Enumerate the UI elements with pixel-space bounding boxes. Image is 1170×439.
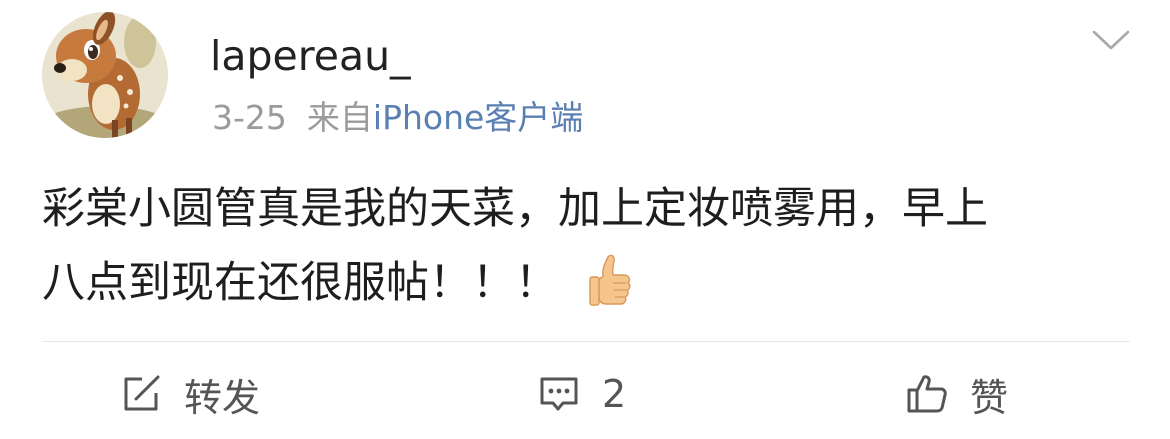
comment-icon: [540, 377, 578, 411]
chevron-down-icon[interactable]: [1090, 26, 1132, 54]
divider: [42, 341, 1130, 342]
post-text-line-1: 彩棠小圆管真是我的天菜，加上定妆喷雾用，早上: [42, 184, 988, 234]
comment-button[interactable]: 2: [538, 360, 626, 428]
repost-button[interactable]: 转发: [120, 360, 260, 428]
post-source-prefix: 来自: [306, 98, 373, 137]
comment-count: 2: [602, 372, 627, 416]
like-label: 赞: [970, 375, 1009, 420]
post-source-client[interactable]: iPhone客户端: [373, 98, 583, 137]
username[interactable]: lapereau_: [210, 28, 411, 84]
like-icon: [907, 375, 947, 413]
post-text-line-2: 八点到现在还很服帖！！！: [42, 246, 1142, 320]
repost-icon: [124, 375, 160, 411]
bambi-avatar-icon: [42, 12, 168, 138]
post-content: 彩棠小圆管真是我的天菜，加上定妆喷雾用，早上 八点到现在还很服帖！！！: [42, 172, 1142, 320]
post-text-line-2-text: 八点到现在还很服帖！！！: [42, 258, 558, 308]
post-meta: 3-25 来自iPhone客户端: [212, 94, 583, 142]
post-date: 3-25: [212, 98, 287, 137]
avatar[interactable]: [42, 12, 168, 138]
thumbs-up-emoji-icon: [589, 254, 631, 306]
repost-label: 转发: [184, 375, 261, 420]
weibo-post: lapereau_ 3-25 来自iPhone客户端 彩棠小圆管真是我的天菜，加上…: [0, 0, 1170, 439]
like-button[interactable]: 赞: [906, 360, 1008, 428]
